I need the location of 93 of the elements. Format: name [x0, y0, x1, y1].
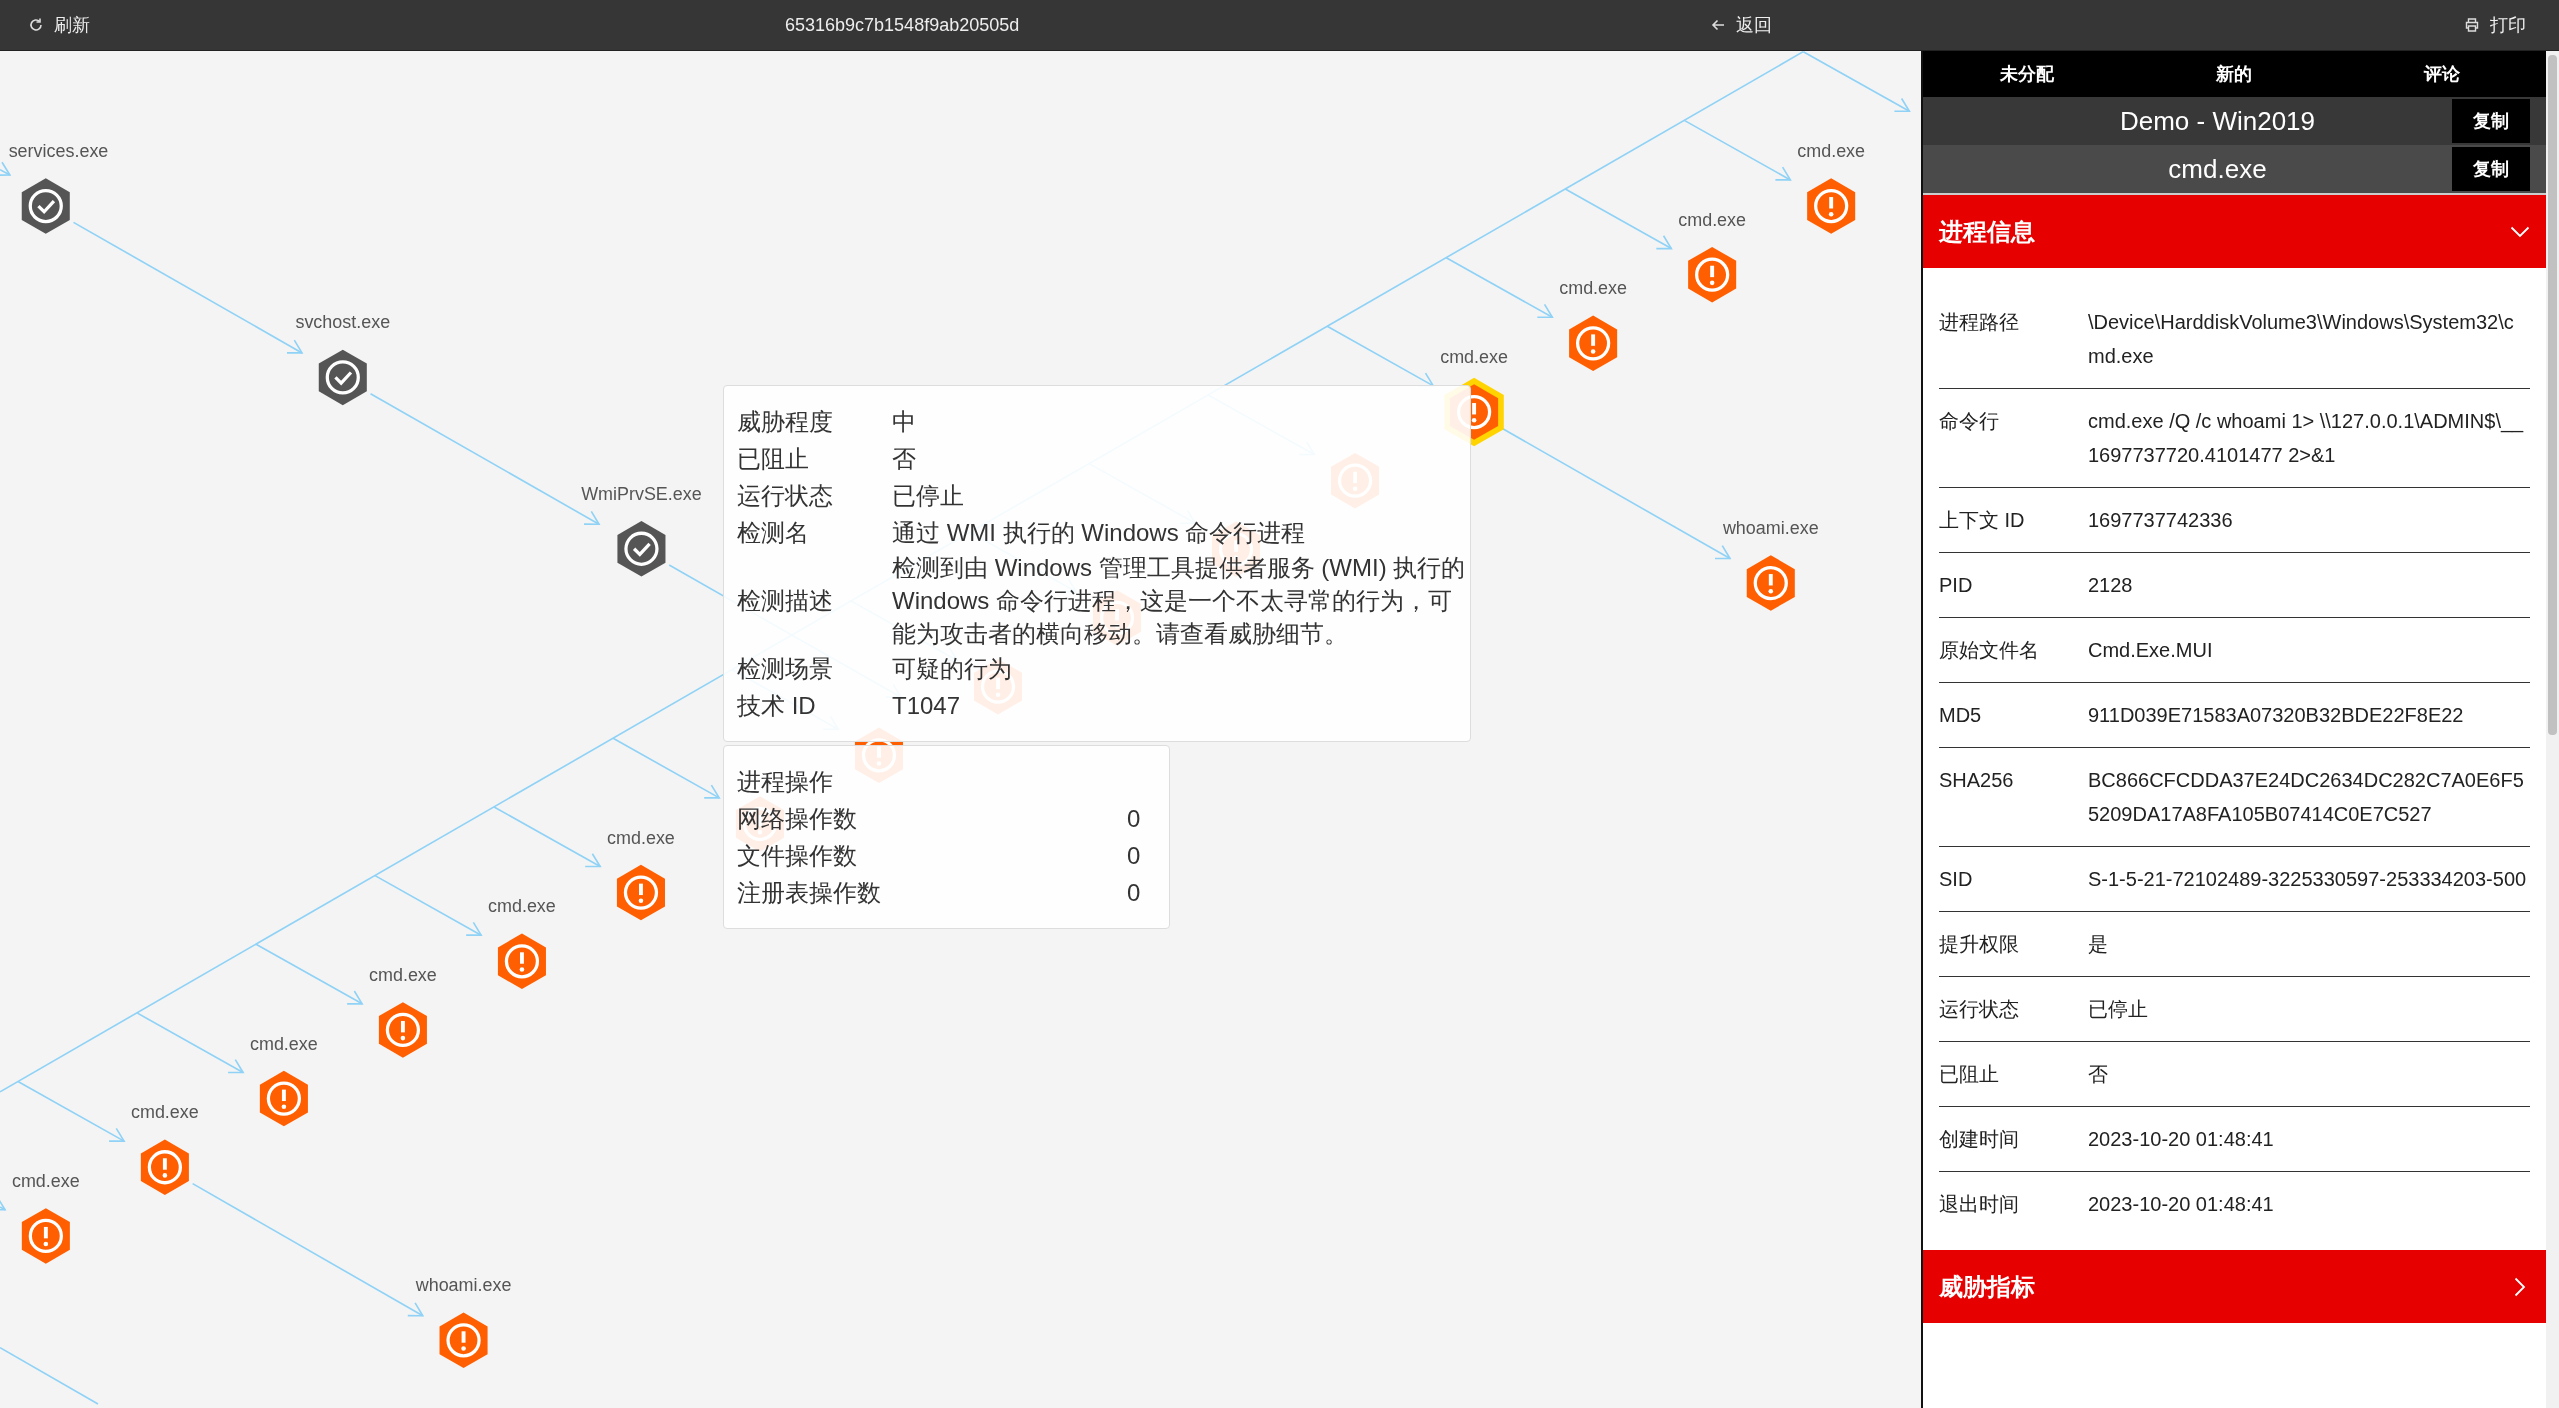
check-hexagon-icon[interactable]	[617, 521, 666, 577]
field-label: SHA256	[1939, 768, 2015, 793]
process-name: cmd.exe	[2167, 153, 2268, 185]
field-value: BC866CFCDDA37E24DC2634DC282C7A0E6F55209DA17A8FA105B07414C0E7C527	[2088, 768, 2525, 827]
operation-label: 网络操作数	[737, 804, 858, 834]
detail-value: 检测到由 Windows 管理工具提供者服务 (WMI) 执行的 Windows 命令行进程，这是一个不太寻常的行为，可能为攻击者的横向移动。请查看威胁细节。	[892, 553, 1467, 649]
node-label: cmd.exe	[11, 1170, 80, 1191]
field-value: 已停止	[2088, 997, 2149, 1022]
scrollbar[interactable]	[2546, 51, 2559, 1408]
copy-button[interactable]: 复制	[2452, 99, 2530, 143]
node-label: cmd.exe	[1440, 347, 1508, 368]
alert-hexagon-icon[interactable]	[497, 933, 546, 989]
node-label: whoami.exe	[1722, 518, 1819, 539]
alert-hexagon-icon[interactable]	[616, 864, 665, 921]
node-label: cmd.exe	[488, 896, 556, 917]
alert-hexagon-icon[interactable]	[21, 1208, 70, 1264]
node-label: cmd.exe	[1559, 278, 1627, 299]
field-value: \Device\HarddiskVolume3\Windows\System32\cmd.exe	[2088, 310, 2515, 369]
operation-count: 0	[1127, 804, 1142, 834]
operations-title: 进程操作	[737, 767, 834, 797]
node-label: cmd.exe	[1678, 209, 1747, 230]
node-label: cmd.exe	[250, 1033, 318, 1054]
alert-hexagon-icon[interactable]	[1688, 246, 1737, 303]
chevron-down-icon	[2510, 225, 2530, 238]
operation-count: 0	[1127, 878, 1142, 908]
field-label: 已阻止	[1939, 1062, 2000, 1087]
check-hexagon-icon[interactable]	[318, 349, 367, 406]
detail-value: 否	[892, 444, 917, 474]
copy-button[interactable]: 复制	[2452, 147, 2530, 191]
operation-count: 0	[1127, 841, 1142, 871]
field-value: 否	[2088, 1062, 2109, 1087]
refresh-icon	[28, 17, 44, 33]
field-label: SID	[1939, 867, 1974, 892]
host-name: Demo - Win2019	[2118, 105, 2317, 137]
node-label: svchost.exe	[295, 312, 391, 333]
field-label: 提升权限	[1939, 932, 2020, 957]
detail-value: 可疑的行为	[892, 654, 1013, 684]
detail-value: T1047	[892, 691, 962, 721]
node-label: cmd.exe	[130, 1102, 199, 1123]
field-value: Cmd.Exe.MUI	[2088, 638, 2214, 663]
alert-hexagon-icon[interactable]	[378, 1002, 427, 1058]
field-label: 命令行	[1939, 409, 2000, 434]
field-label: MD5	[1939, 703, 1983, 728]
detail-label: 威胁程度	[737, 407, 834, 437]
refresh-button[interactable]: 刷新	[28, 11, 90, 39]
alert-hexagon-icon[interactable]	[1807, 178, 1856, 234]
alert-hexagon-icon[interactable]	[259, 1070, 308, 1127]
detail-label: 检测名	[737, 518, 810, 548]
field-value: 911D039E71583A07320B32BDE22F8E22	[2088, 703, 2465, 728]
printer-icon	[2464, 17, 2480, 33]
field-value: 2128	[2088, 573, 2134, 598]
detail-label: 技术 ID	[737, 691, 817, 721]
field-value: S-1-5-21-72102489-3225330597-253334203-500	[2088, 867, 2528, 892]
back-arrow-icon	[1710, 17, 1726, 33]
alert-hexagon-icon[interactable]	[439, 1312, 488, 1368]
detail-label: 运行状态	[737, 481, 834, 511]
detail-value: 通过 WMI 执行的 Windows 命令行进程	[892, 518, 1307, 548]
chevron-down-icon	[2514, 1276, 2526, 1297]
incident-id-title: 65316b9c7b1548f9ab20505d	[785, 14, 1020, 35]
section-header[interactable]: 威胁指标	[1923, 1250, 2546, 1323]
field-value: 2023-10-20 01:48:41	[2088, 1192, 2275, 1217]
node-label: cmd.exe	[369, 964, 437, 985]
print-button[interactable]: 打印	[2464, 11, 2526, 39]
detail-label: 已阻止	[737, 444, 810, 474]
field-label: 创建时间	[1939, 1127, 2020, 1152]
detail-value: 中	[892, 407, 917, 437]
node-label: WmiPrvSE.exe	[581, 483, 702, 504]
back-button[interactable]: 返回	[1710, 11, 1772, 39]
node-label: cmd.exe	[1797, 141, 1866, 162]
detail-label: 检测描述	[737, 586, 834, 616]
operation-label: 注册表操作数	[737, 878, 882, 908]
field-value: 1697737742336	[2088, 508, 2234, 533]
alert-hexagon-icon[interactable]	[1569, 315, 1618, 372]
field-label: 进程路径	[1939, 310, 2020, 335]
detail-label: 检测场景	[737, 654, 834, 684]
field-label: 原始文件名	[1939, 638, 2040, 663]
node-label: whoami.exe	[415, 1275, 512, 1296]
node-label: services.exe	[8, 141, 109, 162]
field-label: 上下文 ID	[1939, 508, 2026, 533]
detail-value: 已停止	[892, 481, 965, 511]
alert-hexagon-icon[interactable]	[1746, 555, 1795, 611]
field-value: 是	[2088, 932, 2109, 957]
alert-hexagon-icon[interactable]	[140, 1139, 189, 1195]
field-label: 运行状态	[1939, 997, 2020, 1022]
field-label: 退出时间	[1939, 1192, 2020, 1217]
field-label: PID	[1939, 573, 1974, 598]
operation-label: 文件操作数	[737, 841, 858, 871]
field-value: 2023-10-20 01:48:41	[2088, 1127, 2275, 1152]
section-header[interactable]: 进程信息	[1923, 195, 2546, 268]
check-hexagon-icon[interactable]	[21, 178, 70, 234]
node-label: cmd.exe	[607, 827, 675, 848]
scrollbar-thumb[interactable]	[2548, 55, 2557, 735]
field-value: cmd.exe /Q /c whoami 1> \\127.0.0.1\ADMIN$\__1697737720.4101477 2>&1	[2088, 409, 2525, 468]
